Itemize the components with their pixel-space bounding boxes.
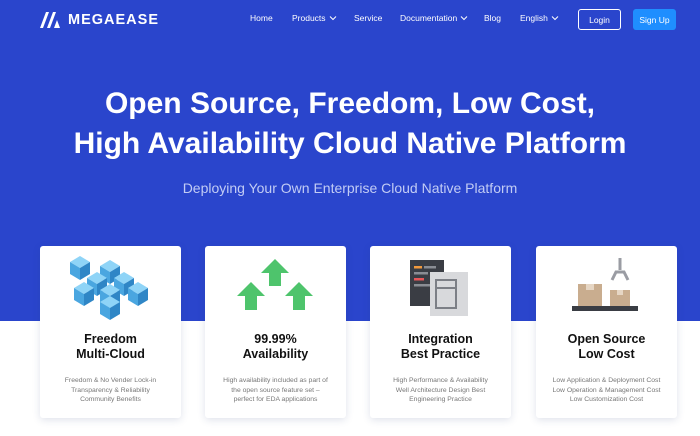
- card-description: High availability included as part of th…: [209, 376, 342, 405]
- crane-boxes-icon: [572, 258, 638, 311]
- arrows-up-icon: [237, 259, 313, 310]
- nav-item-blog[interactable]: Blog: [484, 13, 501, 23]
- card-desc-line: Well Architecture Design Best: [395, 386, 486, 394]
- card-title-line-2: Best Practice: [400, 347, 481, 361]
- nav-item-language[interactable]: English: [520, 13, 559, 23]
- feature-card-integration[interactable]: Integration Best Practice High Performan…: [370, 246, 511, 418]
- login-button[interactable]: Login: [578, 9, 621, 30]
- card-title-line-1: Open Source: [567, 332, 646, 346]
- feature-card-multicloud[interactable]: Freedom Multi-Cloud Freedom & No Vender …: [40, 246, 181, 418]
- nav-item-label: Blog: [484, 13, 502, 23]
- card-title: Integration Best Practice: [370, 332, 511, 362]
- card-desc-line: Transparency & Reliability: [71, 386, 150, 394]
- nav-item-home[interactable]: Home: [250, 13, 273, 23]
- card-desc-line: High availability included as part of: [223, 377, 328, 384]
- hero-subtitle: Deploying Your Own Enterprise Cloud Nati…: [182, 180, 518, 196]
- card-description: Freedom & No Vender Lock-in Transparency…: [44, 376, 177, 405]
- hero-headline-line-1: Open Source, Freedom, Low Cost,: [104, 87, 596, 120]
- card-title-line-1: Freedom: [84, 332, 137, 346]
- top-nav: MEGAEASE Home Products Service Documenta…: [0, 0, 700, 40]
- feature-card-availability[interactable]: 99.99% Availability High availability in…: [205, 246, 346, 418]
- nav-item-label: English: [520, 13, 548, 23]
- card-title-line-1: Integration: [408, 332, 473, 346]
- card-desc-line: the open source feature set –: [231, 386, 320, 394]
- feature-card-open-source[interactable]: Open Source Low Cost Low Application & D…: [536, 246, 677, 418]
- documents-icon: [410, 260, 468, 316]
- nav-item-products[interactable]: Products: [292, 13, 337, 23]
- nav-item-label: Products: [292, 13, 326, 23]
- card-title-line-2: Availability: [242, 347, 309, 361]
- card-desc-line: High Performance & Availability: [393, 377, 488, 384]
- cubes-icon: [70, 256, 148, 320]
- card-desc-line: Freedom & No Vender Lock-in: [64, 377, 157, 384]
- nav-item-label: Home: [250, 13, 273, 23]
- nav-item-label: Service: [354, 13, 383, 23]
- chevron-down-icon: [329, 16, 336, 21]
- signup-button[interactable]: Sign Up: [633, 9, 676, 30]
- megaease-logo-icon: [40, 12, 60, 28]
- card-title: Open Source Low Cost: [536, 332, 677, 362]
- card-desc-line: Low Operation & Management Cost: [552, 386, 661, 394]
- nav-item-service[interactable]: Service: [354, 13, 382, 23]
- hero-headline: Open Source, Freedom, Low Cost, High Ava…: [0, 84, 700, 164]
- card-title: Freedom Multi-Cloud: [40, 332, 181, 362]
- card-title: 99.99% Availability: [205, 332, 346, 362]
- hero-headline-line-2: High Availability Cloud Native Platform: [73, 127, 627, 160]
- card-title-line-1: 99.99%: [254, 332, 297, 346]
- chevron-down-icon: [460, 16, 468, 21]
- brand-name: MEGAEASE: [68, 12, 159, 28]
- card-desc-line: Low Customization Cost: [569, 396, 644, 403]
- card-desc-line: Engineering Practice: [409, 396, 472, 403]
- brand-logo[interactable]: MEGAEASE: [40, 11, 159, 29]
- card-title-line-2: Multi-Cloud: [76, 347, 145, 361]
- nav-item-label: Documentation: [400, 13, 458, 23]
- card-title-line-2: Low Cost: [578, 347, 635, 361]
- card-desc-line: Low Application & Deployment Cost: [552, 377, 661, 384]
- card-desc-line: Community Benefits: [80, 396, 141, 403]
- card-description: High Performance & Availability Well Arc…: [374, 376, 507, 405]
- nav-item-documentation[interactable]: Documentation: [400, 13, 468, 23]
- card-description: Low Application & Deployment Cost Low Op…: [540, 376, 673, 405]
- chevron-down-icon: [551, 16, 559, 21]
- card-desc-line: perfect for EDA applications: [233, 396, 318, 403]
